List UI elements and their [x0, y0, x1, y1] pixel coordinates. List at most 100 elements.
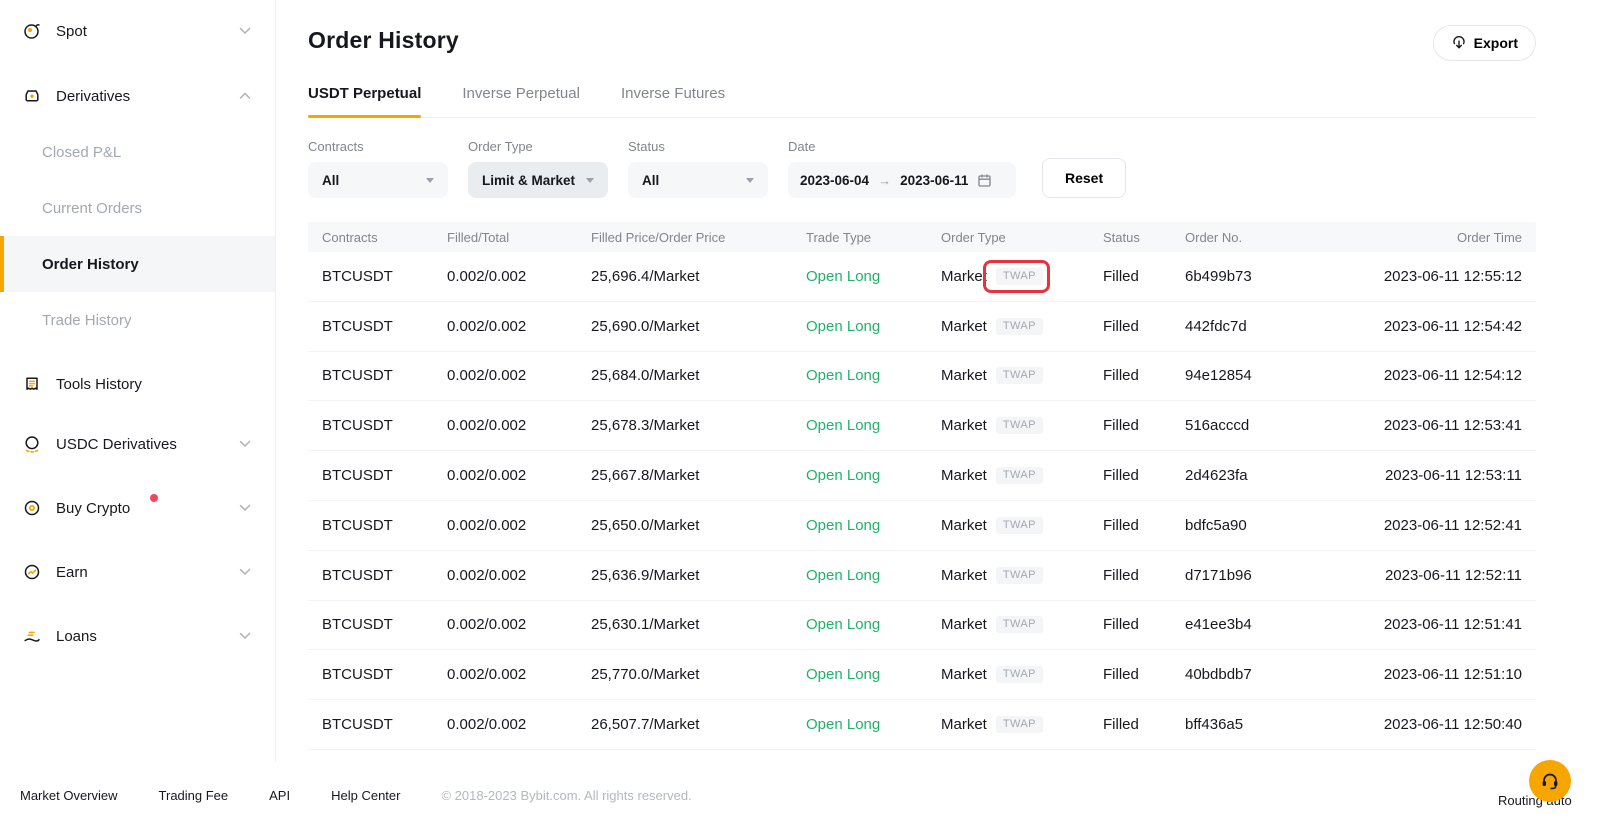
table-row: BTCUSDT 0.002/0.002 25,696.4/Market Open… [308, 252, 1536, 302]
earn-icon [22, 562, 42, 582]
sidebar-item-label: Closed P&L [42, 144, 251, 161]
customer-support-button[interactable] [1529, 760, 1571, 802]
twap-tag-wrap: TWAP [996, 616, 1043, 633]
order-type-text: Market [941, 467, 987, 484]
caret-down-icon [426, 178, 434, 183]
cell-filled-price: 25,630.1/Market [591, 616, 806, 633]
date-to: 2023-06-11 [900, 173, 968, 188]
chevron-down-icon [239, 440, 251, 448]
cell-trade-type: Open Long [806, 716, 941, 733]
twap-tag-wrap: TWAP [996, 567, 1043, 584]
sidebar-item-buy-crypto[interactable]: Buy Crypto [0, 480, 275, 536]
sidebar-item-trade-history[interactable]: Trade History [0, 292, 275, 348]
cell-order-type: Market TWAP [941, 517, 1103, 534]
sidebar-item-earn[interactable]: Earn [0, 544, 275, 600]
table-row: BTCUSDT 0.002/0.002 26,507.7/Market Open… [308, 700, 1536, 750]
cell-contracts: BTCUSDT [322, 467, 447, 484]
filter-status: Status All [628, 139, 768, 198]
cell-trade-type: Open Long [806, 567, 941, 584]
footer-link-trading-fee[interactable]: Trading Fee [159, 788, 229, 803]
cell-order-no: e41ee3b4 [1185, 616, 1384, 633]
cell-contracts: BTCUSDT [322, 666, 447, 683]
twap-tag-wrap: TWAP [996, 417, 1043, 434]
cell-trade-type: Open Long [806, 268, 941, 285]
cell-filled-price: 26,507.7/Market [591, 716, 806, 733]
table-header: Contracts Filled/Total Filled Price/Orde… [308, 222, 1536, 252]
cell-order-time: 2023-06-11 12:53:41 [1384, 417, 1522, 434]
status-select[interactable]: All [628, 162, 768, 198]
footer-link-help-center[interactable]: Help Center [331, 788, 400, 803]
cell-order-time: 2023-06-11 12:53:11 [1385, 467, 1522, 484]
twap-badge: TWAP [996, 367, 1043, 384]
col-contracts: Contracts [322, 230, 447, 245]
usdc-derivatives-icon [22, 434, 42, 454]
sidebar-item-order-history[interactable]: Order History [0, 236, 275, 292]
export-button[interactable]: Export [1433, 25, 1536, 61]
filter-bar: Contracts All Order Type Limit & Market … [308, 139, 1536, 198]
loans-icon [22, 626, 42, 646]
cell-order-no: bff436a5 [1185, 716, 1384, 733]
cell-filled-total: 0.002/0.002 [447, 567, 591, 584]
filter-order-type: Order Type Limit & Market [468, 139, 608, 198]
export-download-icon [1451, 35, 1467, 51]
cell-order-type: Market TWAP [941, 268, 1103, 285]
twap-tag-wrap: TWAP [996, 716, 1043, 733]
cell-status: Filled [1103, 268, 1185, 285]
cell-contracts: BTCUSDT [322, 318, 447, 335]
cell-order-type: Market TWAP [941, 716, 1103, 733]
table-row: BTCUSDT 0.002/0.002 25,650.0/Market Open… [308, 501, 1536, 551]
twap-badge: TWAP [996, 318, 1043, 335]
chevron-down-icon [239, 568, 251, 576]
sidebar-item-usdc-derivatives[interactable]: USDC Derivatives [0, 416, 275, 472]
date-range-picker[interactable]: 2023-06-04 → 2023-06-11 [788, 162, 1016, 198]
derivatives-icon [22, 86, 42, 106]
tab-usdt-perpetual[interactable]: USDT Perpetual [308, 85, 421, 117]
cell-status: Filled [1103, 666, 1185, 683]
copyright-text: © 2018-2023 Bybit.com. All rights reserv… [441, 788, 691, 803]
filter-label: Order Type [468, 139, 608, 154]
cell-order-time: 2023-06-11 12:51:10 [1384, 666, 1522, 683]
tab-inverse-perpetual[interactable]: Inverse Perpetual [462, 85, 580, 117]
sidebar-item-derivatives[interactable]: Derivatives [0, 68, 275, 124]
caret-down-icon [586, 178, 594, 183]
export-label: Export [1474, 35, 1518, 51]
order-type-text: Market [941, 268, 987, 285]
filter-label: Date [788, 139, 1016, 154]
cell-contracts: BTCUSDT [322, 567, 447, 584]
sidebar-item-label: Current Orders [42, 200, 251, 217]
order-type-select[interactable]: Limit & Market [468, 162, 608, 198]
sidebar-item-spot[interactable]: Spot [0, 3, 275, 59]
sidebar-item-closed-pnl[interactable]: Closed P&L [0, 124, 275, 180]
reset-button[interactable]: Reset [1042, 158, 1126, 198]
chevron-down-icon [239, 504, 251, 512]
footer-link-market-overview[interactable]: Market Overview [20, 788, 118, 803]
cell-filled-price: 25,650.0/Market [591, 517, 806, 534]
footer: Market Overview Trading Fee API Help Cen… [20, 788, 692, 803]
cell-order-type: Market TWAP [941, 318, 1103, 335]
cell-order-no: d7171b96 [1185, 567, 1385, 584]
tab-inverse-futures[interactable]: Inverse Futures [621, 85, 725, 117]
order-type-text: Market [941, 417, 987, 434]
sidebar-item-current-orders[interactable]: Current Orders [0, 180, 275, 236]
tab-bar: USDT Perpetual Inverse Perpetual Inverse… [308, 85, 1536, 118]
cell-order-no: bdfc5a90 [1185, 517, 1384, 534]
cell-order-type: Market TWAP [941, 417, 1103, 434]
twap-tag-wrap: TWAP [996, 666, 1043, 683]
cell-filled-price: 25,770.0/Market [591, 666, 806, 683]
sidebar-item-tools-history[interactable]: Tools History [0, 356, 275, 412]
page-title: Order History [308, 27, 1536, 54]
twap-badge: TWAP [996, 616, 1043, 633]
filter-date: Date 2023-06-04 → 2023-06-11 [788, 139, 1016, 198]
cell-status: Filled [1103, 567, 1185, 584]
order-history-page: Spot Derivatives Closed P&L Current Orde… [0, 0, 1600, 830]
cell-status: Filled [1103, 517, 1185, 534]
cell-contracts: BTCUSDT [322, 517, 447, 534]
order-type-text: Market [941, 616, 987, 633]
sidebar-item-loans[interactable]: Loans [0, 608, 275, 664]
cell-order-no: 2d4623fa [1185, 467, 1385, 484]
cell-filled-price: 25,684.0/Market [591, 367, 806, 384]
contracts-select[interactable]: All [308, 162, 448, 198]
twap-tag-wrap: TWAP [996, 268, 1043, 285]
footer-link-api[interactable]: API [269, 788, 290, 803]
table-row: BTCUSDT 0.002/0.002 25,667.8/Market Open… [308, 451, 1536, 501]
